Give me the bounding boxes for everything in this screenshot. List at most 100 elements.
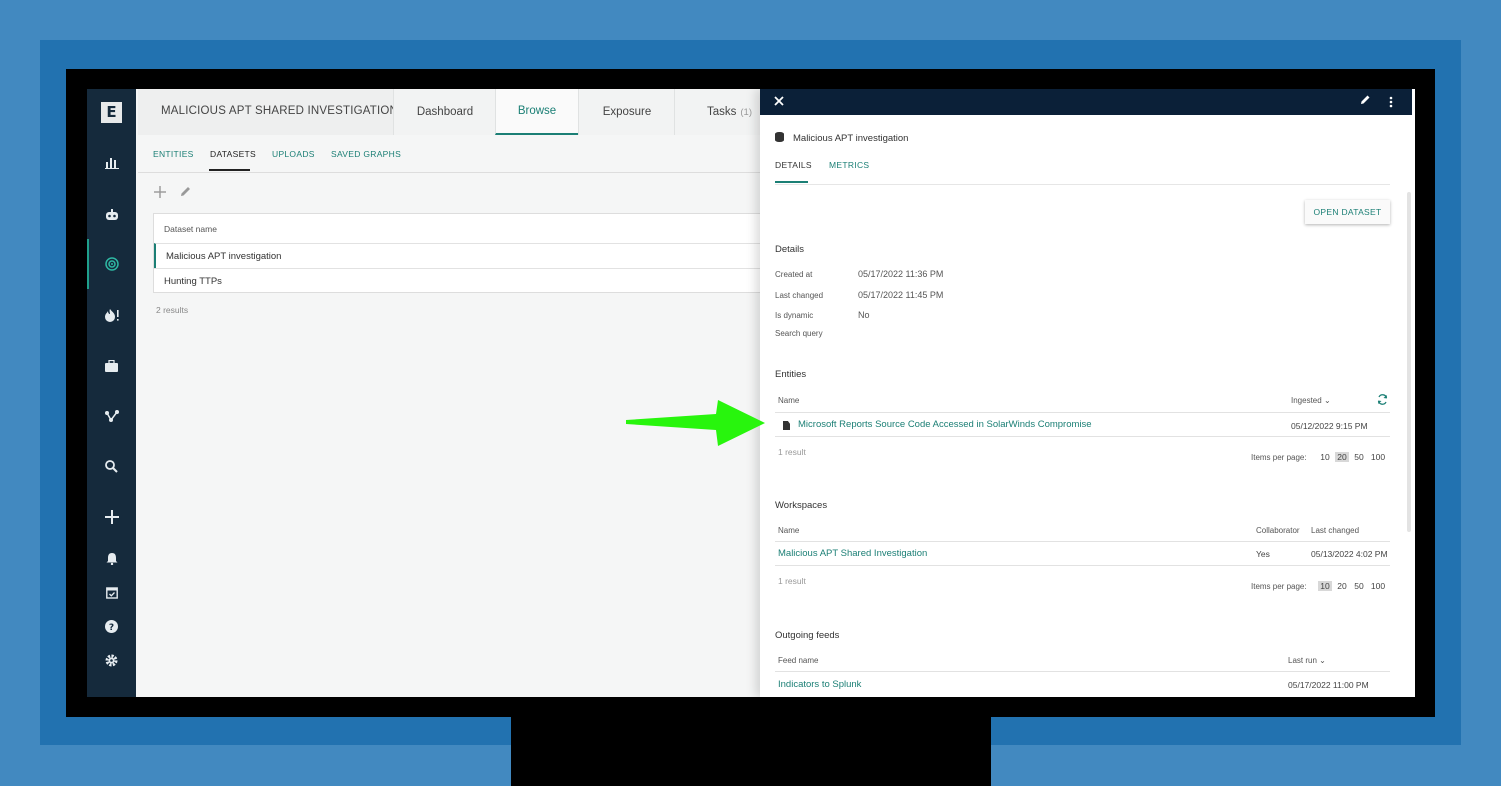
dataset-title: Malicious APT investigation bbox=[793, 133, 909, 144]
field-value: No bbox=[858, 310, 870, 320]
field-value: 05/17/2022 11:36 PM bbox=[858, 269, 944, 279]
tab-metrics[interactable]: METRICS bbox=[829, 160, 869, 170]
gear-icon[interactable] bbox=[87, 645, 136, 675]
svg-text:?: ? bbox=[109, 623, 114, 633]
table-divider bbox=[775, 671, 1390, 672]
open-dataset-button[interactable]: OPEN DATASET bbox=[1305, 200, 1390, 224]
page-size-option[interactable]: 100 bbox=[1369, 452, 1387, 462]
entities-section-title: Entities bbox=[775, 369, 807, 380]
refresh-icon[interactable] bbox=[1377, 394, 1388, 408]
fire-alert-icon[interactable] bbox=[87, 300, 136, 330]
calendar-check-icon[interactable] bbox=[87, 577, 136, 607]
table-row[interactable]: Malicious APT investigation bbox=[154, 243, 842, 268]
subtab-uploads[interactable]: UPLOADS bbox=[272, 149, 315, 159]
tab-divider bbox=[775, 184, 1390, 185]
subtab-active-underline bbox=[209, 169, 250, 171]
page-size-option[interactable]: 10 bbox=[1318, 452, 1332, 462]
bar-chart-icon[interactable] bbox=[87, 147, 136, 177]
chevron-down-icon: ⌄ bbox=[1323, 396, 1331, 405]
details-section-title: Details bbox=[775, 244, 805, 255]
panel-scrollbar[interactable] bbox=[1407, 192, 1411, 532]
column-header-ingested[interactable]: Ingested ⌄ bbox=[1291, 396, 1331, 405]
column-header-name[interactable]: Name bbox=[778, 396, 799, 405]
search-icon[interactable] bbox=[87, 451, 136, 481]
bell-icon[interactable] bbox=[87, 543, 136, 573]
table-divider bbox=[775, 412, 1390, 413]
feed-link[interactable]: Indicators to Splunk bbox=[778, 679, 861, 690]
workspace-last-changed: 05/13/2022 4:02 PM bbox=[1311, 549, 1388, 559]
arrow-annotation-icon bbox=[626, 400, 765, 446]
tab-label: Dashboard bbox=[416, 106, 474, 118]
column-header-last-changed[interactable]: Last changed bbox=[1311, 526, 1359, 535]
field-label: Created at bbox=[775, 270, 813, 279]
target-icon[interactable] bbox=[87, 249, 136, 279]
field-label: Is dynamic bbox=[775, 311, 814, 320]
page-size-option[interactable]: 50 bbox=[1352, 581, 1366, 591]
dataset-detail-panel: Malicious APT investigation DETAILS METR… bbox=[760, 89, 1415, 697]
page-size-option[interactable]: 20 bbox=[1335, 581, 1349, 591]
close-icon[interactable] bbox=[774, 92, 784, 109]
entity-ingested-date: 05/12/2022 9:15 PM bbox=[1291, 421, 1368, 431]
page-size-option-selected[interactable]: 10 bbox=[1318, 581, 1332, 591]
page-size-option[interactable]: 50 bbox=[1352, 452, 1366, 462]
chevron-down-icon: ⌄ bbox=[1319, 656, 1326, 665]
page-size-option-selected[interactable]: 20 bbox=[1335, 452, 1349, 462]
subtab-saved-graphs[interactable]: SAVED GRAPHS bbox=[331, 149, 401, 159]
subtab-entities[interactable]: ENTITIES bbox=[153, 149, 194, 159]
tab-label: Exposure bbox=[602, 106, 652, 118]
field-label: Search query bbox=[775, 329, 823, 338]
workspace-link[interactable]: Malicious APT Shared Investigation bbox=[778, 548, 927, 559]
outgoing-feeds-section-title: Outgoing feeds bbox=[775, 630, 840, 641]
feed-last-run: 05/17/2022 11:00 PM bbox=[1288, 680, 1369, 690]
column-header-dataset-name[interactable]: Dataset name bbox=[164, 224, 217, 234]
results-count: 2 results bbox=[156, 305, 189, 315]
tab-exposure[interactable]: Exposure bbox=[578, 89, 675, 135]
tab-details[interactable]: DETAILS bbox=[775, 160, 812, 170]
robot-icon[interactable] bbox=[87, 199, 136, 229]
table-row[interactable]: Hunting TTPs bbox=[154, 268, 842, 293]
datasets-table: Dataset name Malicious APT investigation… bbox=[153, 213, 843, 293]
column-header-name[interactable]: Name bbox=[778, 526, 799, 535]
table-divider bbox=[775, 565, 1390, 566]
results-count: 1 result bbox=[778, 447, 806, 457]
dataset-name: Malicious APT investigation bbox=[166, 251, 282, 262]
column-header-feed-name[interactable]: Feed name bbox=[778, 656, 818, 665]
database-icon bbox=[775, 132, 784, 142]
plus-icon[interactable] bbox=[87, 502, 136, 532]
app-screen: E ? MALICIOUS APT SHARED INVESTIGATION D… bbox=[87, 89, 1415, 697]
more-vert-icon[interactable] bbox=[1389, 93, 1393, 111]
table-divider bbox=[775, 436, 1390, 437]
page-size-option[interactable]: 100 bbox=[1369, 581, 1387, 591]
column-header-last-run[interactable]: Last run ⌄ bbox=[1288, 656, 1326, 665]
entity-link[interactable]: Microsoft Reports Source Code Accessed i… bbox=[798, 419, 1092, 430]
items-per-page-label: Items per page: bbox=[1251, 582, 1307, 591]
graph-icon[interactable] bbox=[87, 401, 136, 431]
edit-icon[interactable] bbox=[1360, 94, 1371, 108]
subtab-datasets[interactable]: DATASETS bbox=[210, 149, 256, 159]
field-label: Last changed bbox=[775, 291, 824, 300]
column-header-label: Last run bbox=[1288, 656, 1317, 665]
workspaces-section-title: Workspaces bbox=[775, 500, 828, 511]
workspace-header: MALICIOUS APT SHARED INVESTIGATION Dashb… bbox=[138, 89, 838, 135]
table-divider bbox=[775, 541, 1390, 542]
tab-label: Tasks bbox=[706, 106, 737, 118]
edit-dataset-icon[interactable] bbox=[179, 185, 192, 203]
help-icon[interactable]: ? bbox=[87, 611, 136, 641]
tab-browse[interactable]: Browse bbox=[495, 89, 578, 135]
document-icon bbox=[783, 421, 790, 430]
sidebar: E ? bbox=[87, 89, 136, 697]
tab-dashboard[interactable]: Dashboard bbox=[393, 89, 496, 135]
briefcase-icon[interactable] bbox=[87, 351, 136, 381]
results-count: 1 result bbox=[778, 576, 806, 586]
add-dataset-icon[interactable] bbox=[153, 185, 167, 204]
column-header-collaborator[interactable]: Collaborator bbox=[1256, 526, 1300, 535]
browse-subtabs: ENTITIES DATASETS UPLOADS SAVED GRAPHS bbox=[138, 135, 838, 173]
tab-label: Browse bbox=[517, 105, 557, 117]
tasks-count-badge: (1) bbox=[740, 106, 753, 118]
workspace-collaborator: Yes bbox=[1256, 549, 1270, 559]
tab-active-underline bbox=[775, 181, 808, 183]
column-header-label: Ingested bbox=[1291, 396, 1322, 405]
workspace-title: MALICIOUS APT SHARED INVESTIGATION bbox=[161, 105, 399, 117]
app-logo[interactable]: E bbox=[101, 102, 122, 123]
panel-header bbox=[760, 89, 1412, 115]
